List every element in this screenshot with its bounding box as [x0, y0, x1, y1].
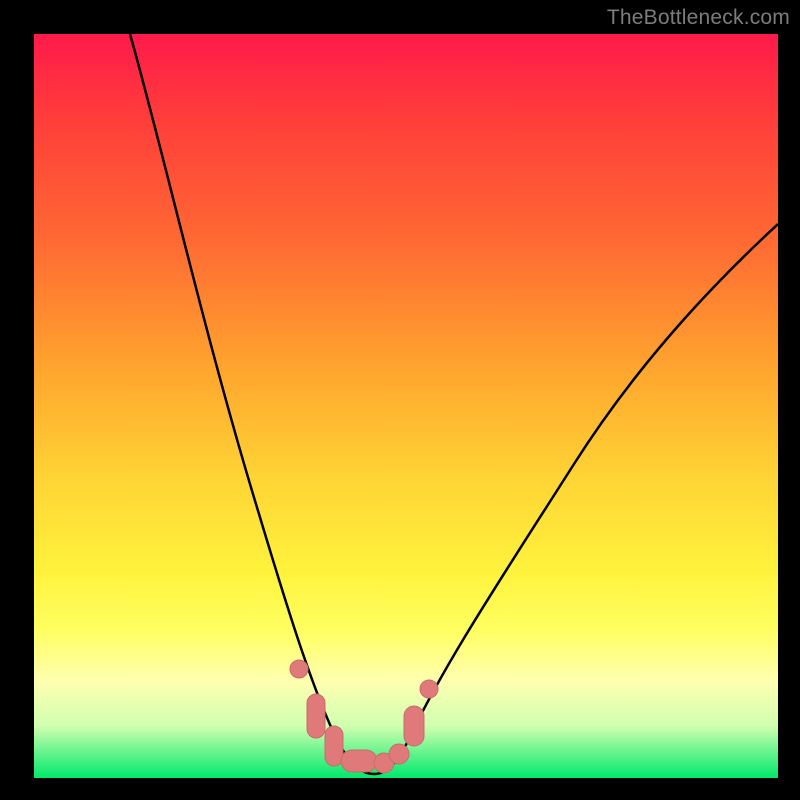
marker-capsule: [404, 706, 424, 746]
marker-capsule: [307, 694, 325, 738]
watermark-text: TheBottleneck.com: [607, 6, 790, 30]
chart-svg: [34, 34, 778, 778]
marker-capsule: [341, 750, 377, 772]
bottleneck-curve: [130, 34, 778, 774]
marker-dot: [420, 680, 438, 698]
chart-outer-frame: TheBottleneck.com: [0, 0, 800, 800]
marker-capsule: [325, 726, 343, 766]
marker-dot: [389, 744, 409, 764]
marker-dot: [290, 660, 308, 678]
curve-path: [130, 34, 778, 774]
chart-plot-area: [34, 34, 778, 778]
